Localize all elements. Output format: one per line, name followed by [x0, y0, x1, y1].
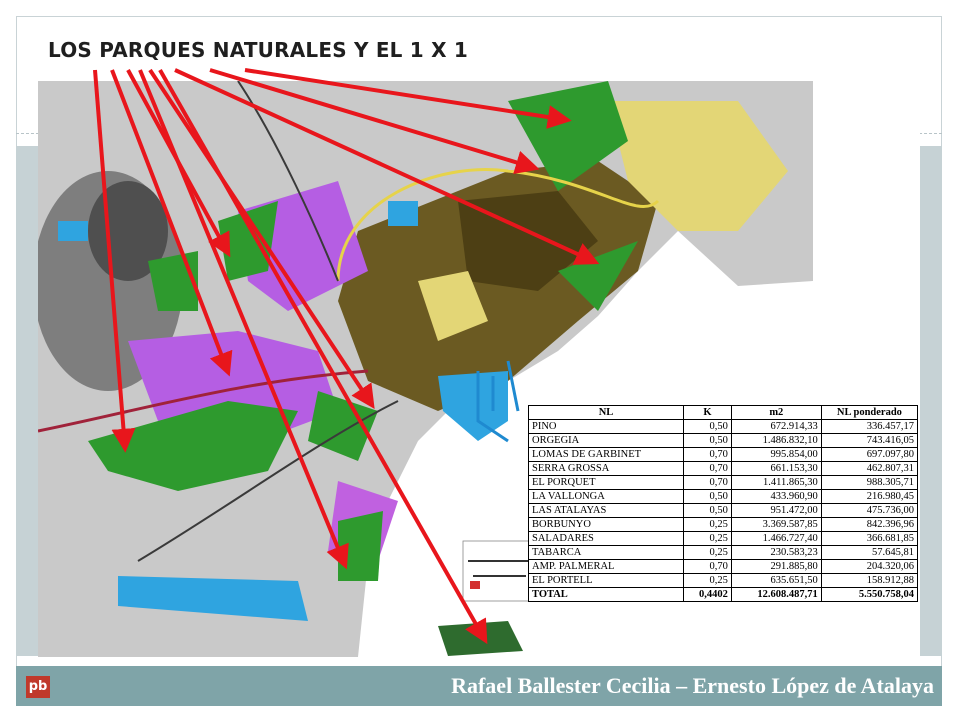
cell-m2: 1.466.727,40 — [730, 531, 822, 546]
cell-m2: 230.583,23 — [730, 545, 822, 560]
cell-nlp: 204.320,06 — [820, 559, 919, 574]
cell-nlp: 336.457,17 — [820, 419, 919, 434]
cell-nlp: 475.736,00 — [820, 503, 919, 518]
cell-k: 0,4402 — [682, 587, 732, 602]
footer-credit: Rafael Ballester Cecilia – Ernesto López… — [451, 673, 934, 698]
table-row: PINO 0,50 672.914,33 336.457,17 — [528, 419, 919, 434]
cell-name: EL PORTELL — [528, 573, 684, 588]
blue-zone — [388, 201, 418, 226]
cell-name: LA VALLONGA — [528, 489, 684, 504]
cell-name: LAS ATALAYAS — [528, 503, 684, 518]
cell-k: 0,50 — [682, 489, 732, 504]
cell-k: 0,70 — [682, 461, 732, 476]
table-row: ORGEGIA 0,50 1.486.832,10 743.416,05 — [528, 433, 919, 448]
col-k: K — [682, 405, 732, 420]
cell-k: 0,25 — [682, 517, 732, 532]
cell-name: TABARCA — [528, 545, 684, 560]
cell-nlp: 743.416,05 — [820, 433, 919, 448]
table-row: SALADARES 0,25 1.466.727,40 366.681,85 — [528, 531, 919, 546]
cell-k: 0,50 — [682, 419, 732, 434]
table-row: BORBUNYO 0,25 3.369.587,85 842.396,96 — [528, 517, 919, 532]
cell-name: TOTAL — [528, 587, 684, 602]
cell-m2: 661.153,30 — [730, 461, 822, 476]
table-row: LOMAS DE GARBINET 0,70 995.854,00 697.097,8… — [528, 447, 919, 462]
cell-nlp: 216.980,45 — [820, 489, 919, 504]
cell-m2: 672.914,33 — [730, 419, 822, 434]
cell-m2: 951.472,00 — [730, 503, 822, 518]
col-m2: m2 — [730, 405, 822, 420]
cell-nlp: 842.396,96 — [820, 517, 919, 532]
cell-nlp: 158.912,88 — [820, 573, 919, 588]
cell-m2: 433.960,90 — [730, 489, 822, 504]
cell-name: AMP. PALMERAL — [528, 559, 684, 574]
cell-name: BORBUNYO — [528, 517, 684, 532]
table-header-row: NL K m2 NL ponderado — [528, 405, 919, 420]
cell-nlp: 366.681,85 — [820, 531, 919, 546]
col-nl-ponderado: NL ponderado — [820, 405, 919, 420]
cell-name: SALADARES — [528, 531, 684, 546]
table-row: TABARCA 0,25 230.583,23 57.645,81 — [528, 545, 919, 560]
table-row: EL PORQUET 0,70 1.411.865,30 988.305,71 — [528, 475, 919, 490]
table-row: EL PORTELL 0,25 635.651,50 158.912,88 — [528, 573, 919, 588]
cell-m2: 635.651,50 — [730, 573, 822, 588]
cell-name: EL PORQUET — [528, 475, 684, 490]
left-band — [16, 146, 38, 656]
cell-nlp: 57.645,81 — [820, 545, 919, 560]
cell-name: LOMAS DE GARBINET — [528, 447, 684, 462]
cell-m2: 3.369.587,85 — [730, 517, 822, 532]
nl-table: NL K m2 NL ponderado PINO 0,50 672.914,33 3… — [528, 405, 919, 602]
table-row: LAS ATALAYAS 0,50 951.472,00 475.736,00 — [528, 503, 919, 518]
cell-k: 0,50 — [682, 433, 732, 448]
slide-title: LOS PARQUES NATURALES Y EL 1 X 1 — [48, 38, 468, 62]
cell-name: PINO — [528, 419, 684, 434]
table-row: SERRA GROSSA 0,70 661.153,30 462.807,31 — [528, 461, 919, 476]
cell-m2: 12.608.487,71 — [730, 587, 822, 602]
cell-k: 0,50 — [682, 503, 732, 518]
section-inset — [462, 540, 534, 602]
logo-icon: pb — [26, 676, 50, 698]
cell-nlp: 697.097,80 — [820, 447, 919, 462]
cell-k: 0,70 — [682, 475, 732, 490]
cell-m2: 1.486.832,10 — [730, 433, 822, 448]
table-total-row: TOTAL 0,4402 12.608.487,71 5.550.758,04 — [528, 587, 919, 602]
table-row: AMP. PALMERAL 0,70 291.885,80 204.320,06 — [528, 559, 919, 574]
cell-nlp: 462.807,31 — [820, 461, 919, 476]
cell-m2: 1.411.865,30 — [730, 475, 822, 490]
cell-nlp: 988.305,71 — [820, 475, 919, 490]
cell-name: SERRA GROSSA — [528, 461, 684, 476]
cell-k: 0,25 — [682, 573, 732, 588]
col-nl: NL — [528, 405, 684, 420]
cell-k: 0,70 — [682, 559, 732, 574]
right-band — [920, 146, 942, 656]
cell-k: 0,70 — [682, 447, 732, 462]
table-row: LA VALLONGA 0,50 433.960,90 216.980,45 — [528, 489, 919, 504]
cell-m2: 995.854,00 — [730, 447, 822, 462]
cell-nlp: 5.550.758,04 — [820, 587, 919, 602]
cell-m2: 291.885,80 — [730, 559, 822, 574]
cell-k: 0,25 — [682, 531, 732, 546]
cell-name: ORGEGIA — [528, 433, 684, 448]
cell-k: 0,25 — [682, 545, 732, 560]
